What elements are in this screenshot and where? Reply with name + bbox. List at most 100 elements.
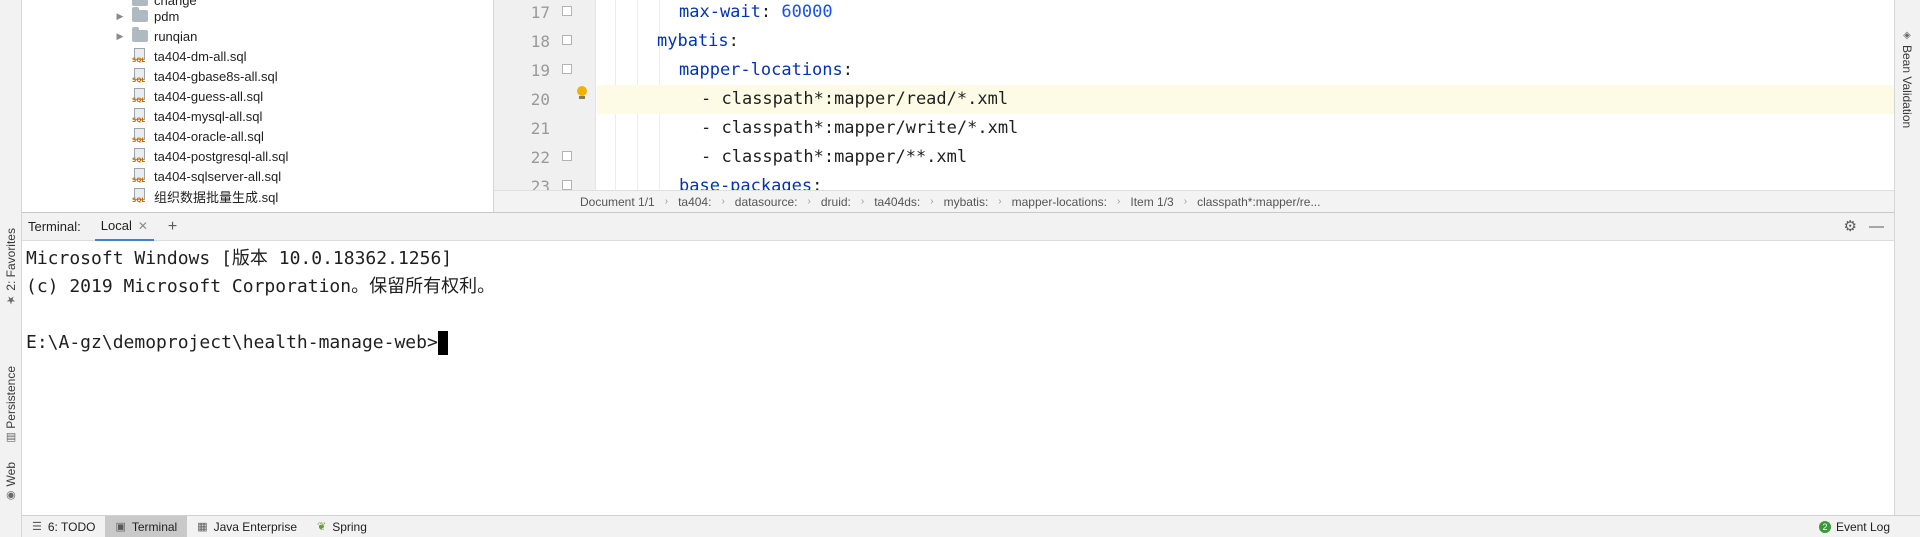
spring-button[interactable]: ❦ Spring <box>307 516 377 537</box>
lightbulb-icon[interactable] <box>577 86 587 99</box>
terminal-title: Terminal: <box>28 219 81 234</box>
breadcrumb: Document 1/1 › ta404: › datasource: › dr… <box>494 190 1894 212</box>
code-line: mapper-locations: <box>597 56 1894 85</box>
folder-icon <box>132 7 148 22</box>
breadcrumb-item[interactable]: druid: <box>817 195 855 209</box>
code-line-current: - classpath*:mapper/read/*.xml <box>597 85 1894 114</box>
tree-folder-runqian[interactable]: ▶ runqian <box>114 26 197 46</box>
terminal-header: Terminal: Local ✕ + ⚙ — <box>22 212 1894 241</box>
tree-item-label: pdm <box>154 8 180 24</box>
terminal-line: Microsoft Windows [版本 10.0.18362.1256] <box>26 248 453 269</box>
fold-marker-icon[interactable] <box>562 151 572 161</box>
tree-item-label: ta404-dm-all.sql <box>154 48 247 64</box>
tab-local[interactable]: Local ✕ <box>94 212 154 241</box>
event-log-button[interactable]: 2 Event Log <box>1818 516 1890 537</box>
tree-file[interactable]: SQL ta404-postgresql-all.sql <box>132 146 288 166</box>
tree-file[interactable]: SQL 组织数据批量生成.sql <box>132 186 278 206</box>
list-icon: ☰ <box>32 521 42 533</box>
yaml-item: classpath*:mapper/write/*.xml <box>721 118 1019 138</box>
breadcrumb-item[interactable]: Item 1/3 <box>1126 195 1177 209</box>
expand-arrow-icon[interactable]: ▶ <box>114 31 126 42</box>
breadcrumb-item[interactable]: ta404: <box>674 195 715 209</box>
persistence-tab-label: Persistence <box>4 366 18 429</box>
status-bar: ☰ 6: TODO ▣ Terminal ▦ Java Enterprise ❦… <box>22 515 1920 537</box>
code-editor[interactable]: 17 18 19 20 21 22 23 max-wait: 60000 myb… <box>494 0 1894 190</box>
right-tool-strip: ◈ Bean Validation <box>1894 0 1920 537</box>
breadcrumb-item[interactable]: mybatis: <box>940 195 993 209</box>
sql-file-icon: SQL <box>132 48 148 64</box>
bean-validation-tab[interactable]: ◈ Bean Validation <box>1900 30 1914 128</box>
tree-item-label: 组织数据批量生成.sql <box>154 189 279 205</box>
close-icon[interactable]: ✕ <box>138 219 148 233</box>
tree-file[interactable]: SQL ta404-oracle-all.sql <box>132 126 264 146</box>
yaml-colon: : <box>728 31 739 51</box>
bean-validation-label: Bean Validation <box>1900 45 1914 129</box>
left-tool-strip: ★ 2: Favorites ▤ Persistence ◉ Web <box>0 0 22 537</box>
persistence-icon: ▤ <box>5 431 18 445</box>
tree-item-label: runqian <box>154 28 198 44</box>
chevron-right-icon: › <box>998 196 1002 207</box>
sql-file-icon: SQL <box>132 168 148 184</box>
chevron-right-icon: › <box>807 196 811 207</box>
web-tab[interactable]: ◉ Web <box>2 462 20 502</box>
breadcrumb-item[interactable]: datasource: <box>731 195 802 209</box>
yaml-item: classpath*:mapper/read/*.xml <box>721 89 1009 109</box>
tree-folder-pdm[interactable]: ▶ pdm <box>114 6 179 26</box>
web-tab-label: Web <box>4 462 18 487</box>
project-tree: change ▶ pdm ▶ runqian SQL ta404-dm-all.… <box>22 0 494 212</box>
event-count-badge: 2 <box>1818 521 1831 533</box>
tree-item-label: ta404-oracle-all.sql <box>154 128 264 144</box>
breadcrumb-item[interactable]: ta404ds: <box>870 195 924 209</box>
fold-marker-icon[interactable] <box>562 64 572 74</box>
sql-file-icon: SQL <box>132 128 148 144</box>
java-enterprise-icon: ▦ <box>197 521 208 533</box>
tree-file[interactable]: SQL ta404-gbase8s-all.sql <box>132 66 278 86</box>
todo-label: 6: TODO <box>47 519 96 534</box>
terminal-output[interactable]: Microsoft Windows [版本 10.0.18362.1256] (c… <box>22 241 1894 515</box>
line-number: 17 <box>530 3 550 22</box>
terminal-button[interactable]: ▣ Terminal <box>105 515 188 537</box>
code-line: max-wait: 60000 <box>597 0 1894 27</box>
breadcrumb-item[interactable]: Document 1/1 <box>576 195 659 209</box>
chevron-right-icon: › <box>860 196 865 207</box>
gear-icon[interactable]: ⚙ <box>1844 217 1857 235</box>
line-number: 20 <box>530 90 550 109</box>
line-number: 19 <box>530 61 550 80</box>
code-area[interactable]: max-wait: 60000 mybatis: mapper-location… <box>597 0 1894 190</box>
fold-marker-icon[interactable] <box>562 6 572 16</box>
yaml-colon: : <box>812 176 823 190</box>
terminal-tools: ⚙ — <box>1844 217 1884 236</box>
favorites-tab[interactable]: ★ 2: Favorites <box>2 228 20 307</box>
add-tab-icon[interactable]: + <box>168 218 177 236</box>
folder-icon <box>132 27 148 42</box>
tree-file[interactable]: SQL ta404-sqlserver-all.sql <box>132 166 281 186</box>
tree-file[interactable]: SQL ta404-guess-all.sql <box>132 86 263 106</box>
tree-file[interactable]: SQL ta404-mysql-all.sql <box>132 106 262 126</box>
breadcrumb-item[interactable]: mapper-locations: <box>1008 195 1111 209</box>
globe-icon: ◉ <box>5 489 18 503</box>
expand-arrow-icon[interactable]: ▶ <box>114 11 126 22</box>
chevron-right-icon: › <box>721 196 725 207</box>
favorites-tab-label: 2: Favorites <box>4 228 18 291</box>
persistence-tab[interactable]: ▤ Persistence <box>2 366 20 445</box>
chevron-right-icon: › <box>1117 196 1121 207</box>
terminal-line: (c) 2019 Microsoft Corporation。保留所有权利。 <box>26 276 496 297</box>
breadcrumb-item[interactable]: classpath*:mapper/re... <box>1193 195 1324 209</box>
code-line: - classpath*:mapper/**.xml <box>597 143 1894 172</box>
terminal-label: Terminal <box>131 519 178 534</box>
yaml-colon: : <box>760 2 782 22</box>
line-number: 21 <box>530 119 550 138</box>
fold-marker-icon[interactable] <box>562 180 572 190</box>
fold-marker-icon[interactable] <box>562 35 572 45</box>
minimize-icon[interactable]: — <box>1869 218 1884 235</box>
todo-button[interactable]: ☰ 6: TODO <box>22 516 105 537</box>
terminal-icon: ▣ <box>115 521 126 533</box>
text-cursor <box>437 331 448 355</box>
tree-file[interactable]: SQL ta404-dm-all.sql <box>132 46 247 66</box>
yaml-value: 60000 <box>781 2 833 22</box>
yaml-colon: : <box>842 60 854 80</box>
java-enterprise-button[interactable]: ▦ Java Enterprise <box>187 516 307 537</box>
chevron-right-icon: › <box>930 196 934 207</box>
tree-item-label: ta404-sqlserver-all.sql <box>154 168 282 184</box>
